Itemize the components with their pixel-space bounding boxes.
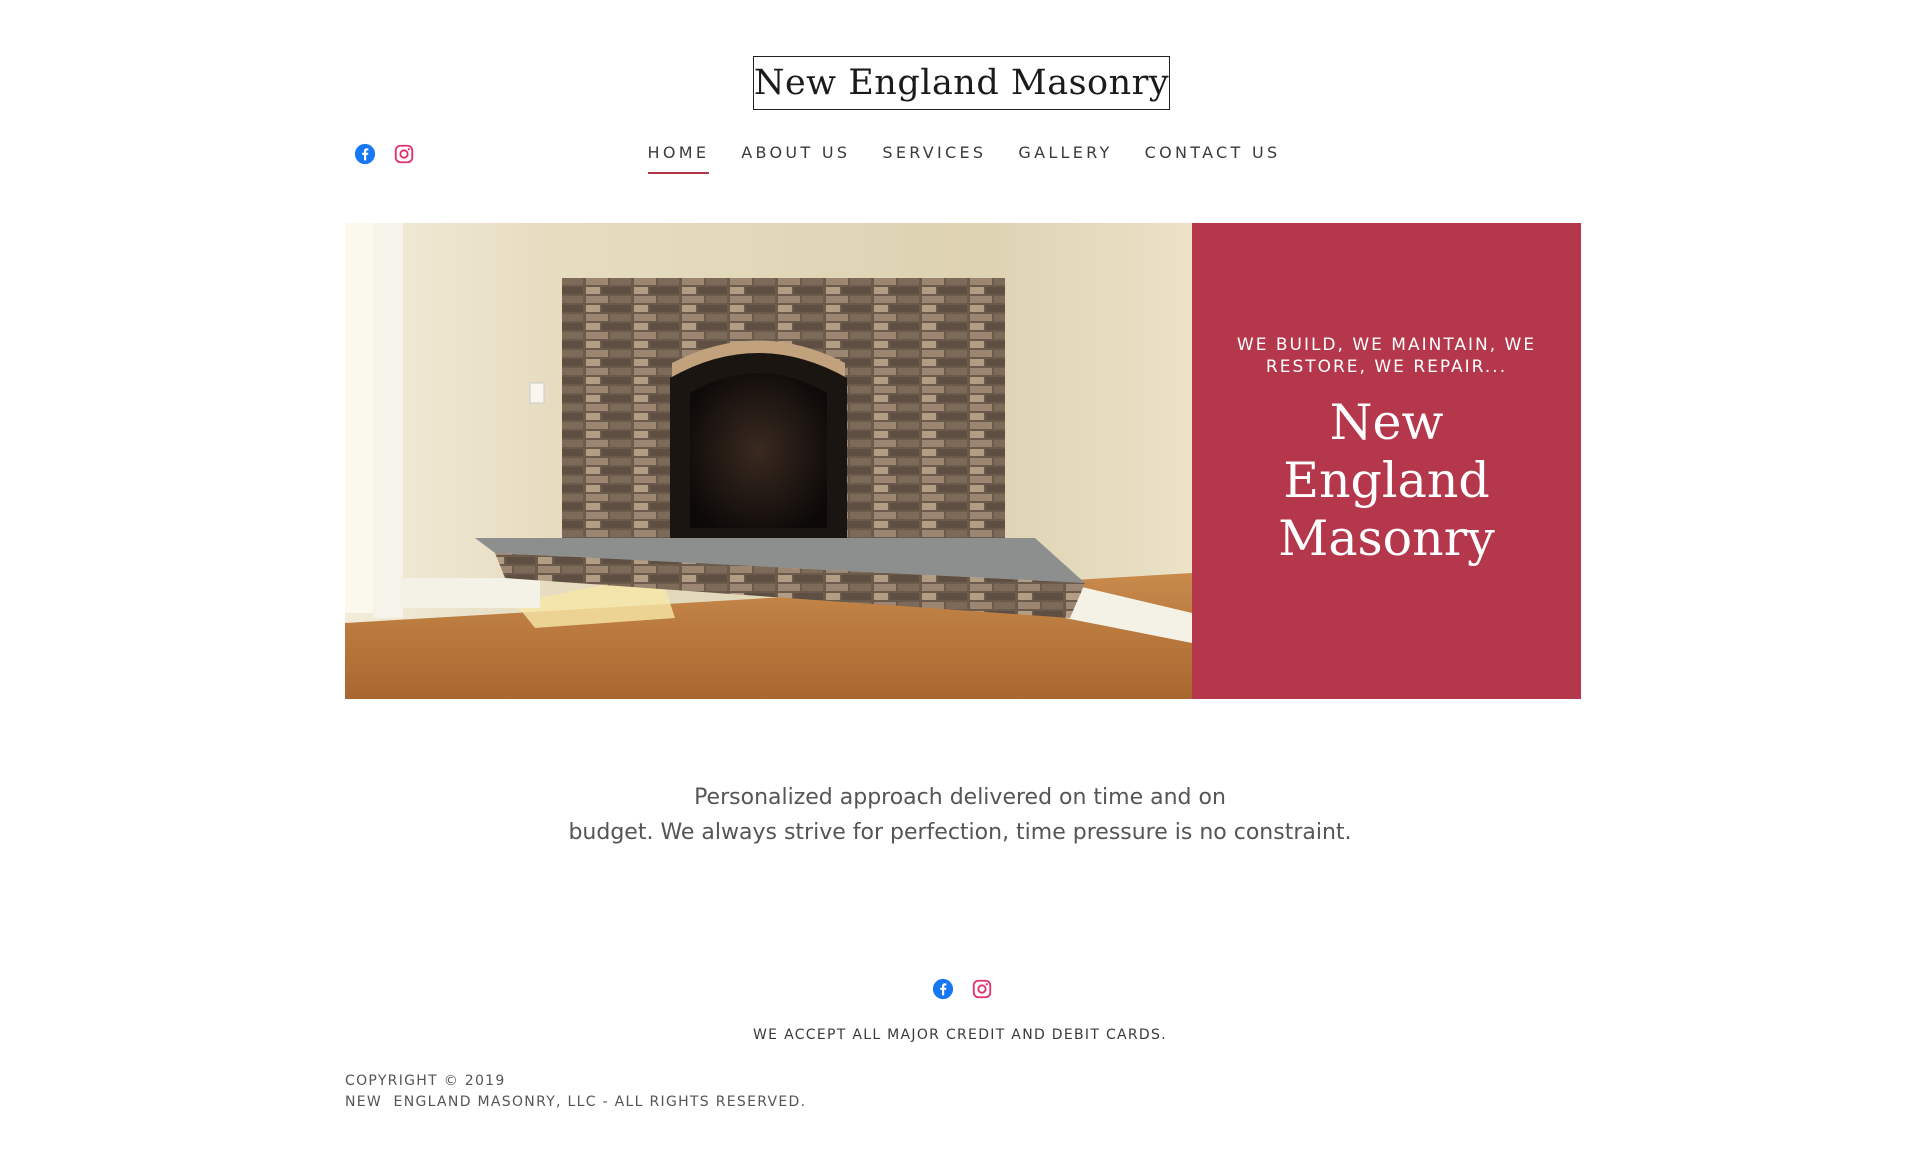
intro-text: Personalized approach delivered on time … bbox=[0, 780, 1920, 850]
copyright-line1: COPYRIGHT © 2019 bbox=[345, 1073, 506, 1089]
hero-title: New England Masonry bbox=[1222, 394, 1551, 568]
intro-line2: budget. We always strive for perfection,… bbox=[568, 820, 1352, 845]
hero-tagline: WE BUILD, WE MAINTAIN, WE RESTORE, WE RE… bbox=[1236, 335, 1537, 377]
nav-item-contact-us[interactable]: CONTACT US bbox=[1145, 143, 1281, 172]
hero-title-line1: New England bbox=[1283, 394, 1490, 509]
intro-line1: Personalized approach delivered on time … bbox=[694, 785, 1226, 810]
hero-section: WE BUILD, WE MAINTAIN, WE RESTORE, WE RE… bbox=[345, 223, 1581, 699]
facebook-icon[interactable] bbox=[932, 978, 954, 1000]
nav-item-gallery[interactable]: GALLERY bbox=[1018, 143, 1112, 172]
fireplace-photo bbox=[345, 223, 1192, 699]
nav-item-about-us[interactable]: ABOUT US bbox=[741, 143, 850, 172]
hero-text-panel: WE BUILD, WE MAINTAIN, WE RESTORE, WE RE… bbox=[1192, 223, 1581, 699]
hero-title-line2: Masonry bbox=[1278, 510, 1495, 567]
nav-item-services[interactable]: SERVICES bbox=[882, 143, 986, 172]
nav-item-home[interactable]: HOME bbox=[647, 143, 710, 174]
copyright: COPYRIGHT © 2019 NEW ENGLAND MASONRY, LL… bbox=[345, 1071, 806, 1113]
footer-social-links bbox=[932, 978, 993, 1000]
instagram-icon[interactable] bbox=[971, 978, 993, 1000]
copyright-line2: NEW ENGLAND MASONRY, LLC - ALL RIGHTS RE… bbox=[345, 1094, 807, 1110]
payment-note: WE ACCEPT ALL MAJOR CREDIT AND DEBIT CAR… bbox=[753, 1027, 1167, 1043]
site-logo[interactable]: New England Masonry bbox=[753, 56, 1170, 110]
main-nav: HOME ABOUT US SERVICES GALLERY CONTACT U… bbox=[0, 143, 1920, 174]
